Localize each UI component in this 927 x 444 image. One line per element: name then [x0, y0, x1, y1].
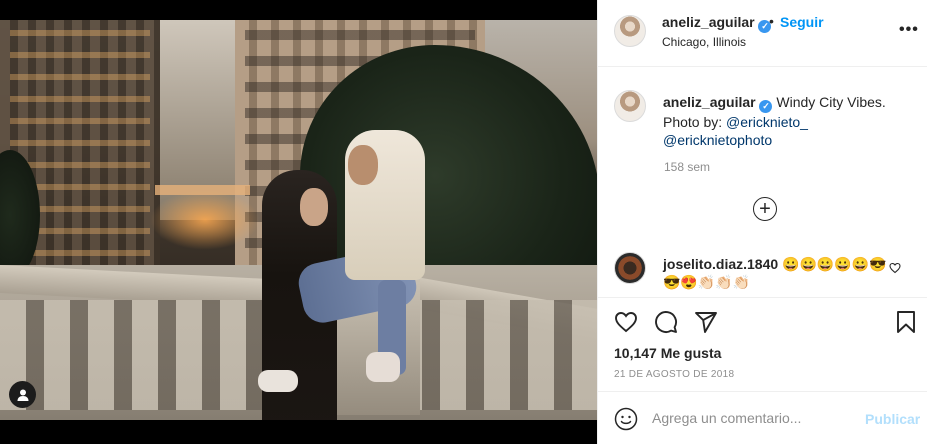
user-tag-icon: [17, 389, 28, 401]
post-photo-container: [0, 0, 597, 444]
add-comment-bar: Publicar: [598, 391, 927, 444]
user-tag-button[interactable]: [9, 381, 36, 408]
caption-mention-2[interactable]: @ericknietophoto: [663, 132, 772, 148]
photo-shoe-left: [258, 370, 298, 392]
author-username[interactable]: aneliz_aguilar: [662, 14, 755, 30]
load-more-comments-button[interactable]: +: [753, 197, 777, 221]
photo-letterbox-top: [0, 0, 597, 20]
caption-time-ago[interactable]: 158 sem: [664, 160, 710, 174]
caption-avatar[interactable]: [614, 90, 646, 122]
header-separator: •: [769, 13, 774, 29]
post-side-panel: aneliz_aguilar ✓ • Seguir Chicago, Illin…: [597, 0, 927, 444]
publish-comment-button[interactable]: Publicar: [865, 411, 920, 427]
more-options-icon[interactable]: •••: [899, 21, 919, 39]
smiley-icon[interactable]: [614, 407, 638, 431]
photo-face-left: [300, 188, 328, 226]
comments-section: aneliz_aguilar ✓ Windy City Vibes. Photo…: [598, 68, 927, 297]
commenter-username[interactable]: joselito.diaz.1840: [663, 256, 778, 272]
share-icon[interactable]: [694, 310, 718, 334]
plus-circle-icon: +: [759, 198, 771, 220]
photo-street-lights: [150, 190, 260, 250]
post-photo[interactable]: [0, 20, 597, 420]
post-date[interactable]: 21 DE AGOSTO DE 2018: [614, 369, 734, 380]
photo-shoe-right: [366, 352, 400, 382]
post-caption: aneliz_aguilar ✓ Windy City Vibes. Photo…: [663, 93, 913, 149]
comment-input[interactable]: [652, 404, 852, 432]
heart-icon[interactable]: [614, 310, 638, 334]
post-header: aneliz_aguilar ✓ • Seguir Chicago, Illin…: [598, 0, 927, 67]
commenter-avatar[interactable]: [614, 252, 646, 284]
photo-face-right: [348, 145, 378, 185]
comment-like-heart-icon[interactable]: [889, 262, 901, 274]
likes-count[interactable]: 10,147 Me gusta: [614, 345, 721, 361]
author-avatar[interactable]: [614, 15, 646, 47]
caption-username[interactable]: aneliz_aguilar: [663, 94, 756, 110]
bookmark-icon[interactable]: [894, 310, 918, 334]
comment-item: joselito.diaz.1840 😀😀😀😀😀😎😎😍👏🏻👏🏻👏🏻: [663, 255, 888, 291]
photo-letterbox-bottom: [0, 420, 597, 444]
post-actions: 10,147 Me gusta 21 DE AGOSTO DE 2018: [598, 297, 927, 390]
caption-mention-1[interactable]: @ericknieto_: [726, 114, 808, 130]
author-username-row: aneliz_aguilar ✓: [662, 14, 772, 33]
photo-bridge: [155, 185, 250, 195]
comment-icon[interactable]: [654, 310, 678, 334]
post-location[interactable]: Chicago, Illinois: [662, 35, 746, 49]
verified-badge-icon: ✓: [759, 100, 773, 113]
follow-button[interactable]: Seguir: [780, 14, 824, 30]
